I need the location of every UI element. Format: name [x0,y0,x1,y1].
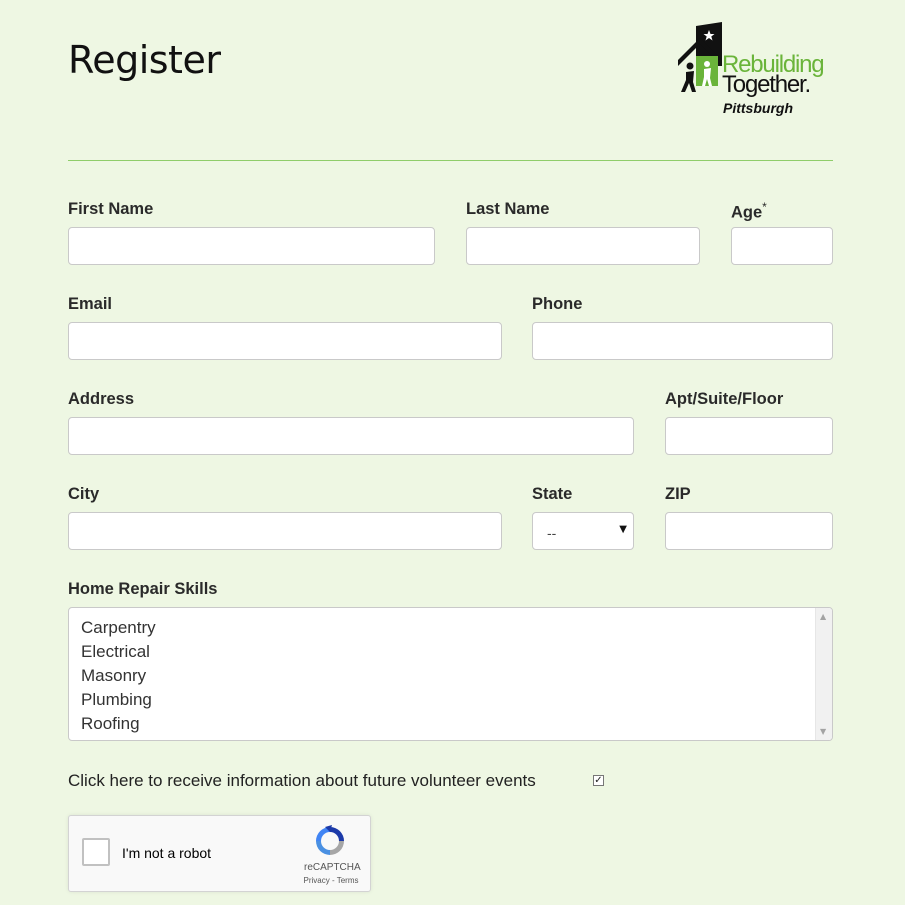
phone-label: Phone [532,295,583,313]
zip-field[interactable] [665,512,833,550]
header-divider [68,160,833,161]
phone-field[interactable] [532,322,833,360]
scroll-up-icon[interactable]: ▲ [820,612,826,621]
email-field[interactable] [68,322,502,360]
address-field[interactable] [68,417,634,455]
skill-option[interactable]: Plumbing [69,688,156,712]
skill-option[interactable]: Roofing [69,712,156,736]
skills-multiselect[interactable]: Carpentry Electrical Masonry Plumbing Ro… [68,607,833,741]
recaptcha-text: I'm not a robot [122,845,212,861]
recaptcha-widget: I'm not a robot reCAPTCHA Privacy - Term… [68,815,371,892]
state-selected-value: -- [547,525,557,541]
recaptcha-privacy-terms-links[interactable]: Privacy - Terms [301,876,361,885]
skill-option[interactable]: Carpentry [69,616,156,640]
rebuilding-together-logo: Rebuilding Together. Pittsburgh [674,20,834,120]
logo-line-pittsburgh: Pittsburgh [723,100,793,116]
volunteer-events-optin-label[interactable]: Click here to receive information about … [68,771,536,791]
age-label-text: Age [731,203,763,222]
skill-option[interactable]: Electrical [69,640,156,664]
last-name-field[interactable] [466,227,700,265]
recaptcha-checkbox[interactable] [82,838,110,866]
apt-label: Apt/Suite/Floor [665,390,784,408]
volunteer-events-checkbox[interactable]: ✓ [593,775,604,786]
logo-line-together: Together. [722,71,811,98]
age-field[interactable] [731,227,833,265]
state-label: State [532,485,573,503]
apt-field[interactable] [665,417,833,455]
skills-label: Home Repair Skills [68,580,218,598]
zip-label: ZIP [665,485,691,503]
state-select[interactable]: -- ▼ [532,512,634,550]
skill-option[interactable]: Masonry [69,664,156,688]
scroll-down-icon[interactable]: ▼ [820,727,826,736]
city-label: City [68,485,100,503]
house-people-icon [678,22,722,92]
dropdown-caret-icon: ▼ [619,524,627,535]
last-name-label: Last Name [466,200,550,218]
address-label: Address [68,390,135,408]
email-label: Email [68,295,113,313]
recaptcha-brand: reCAPTCHA [304,862,361,873]
age-label: Age* [731,200,767,223]
listbox-scrollbar[interactable]: ▲ ▼ [815,608,832,740]
page-title: Register [68,38,221,82]
first-name-field[interactable] [68,227,435,265]
first-name-label: First Name [68,200,154,218]
required-marker: * [762,200,767,214]
skills-options: Carpentry Electrical Masonry Plumbing Ro… [69,616,156,736]
city-field[interactable] [68,512,502,550]
recaptcha-logo-icon [316,825,344,855]
